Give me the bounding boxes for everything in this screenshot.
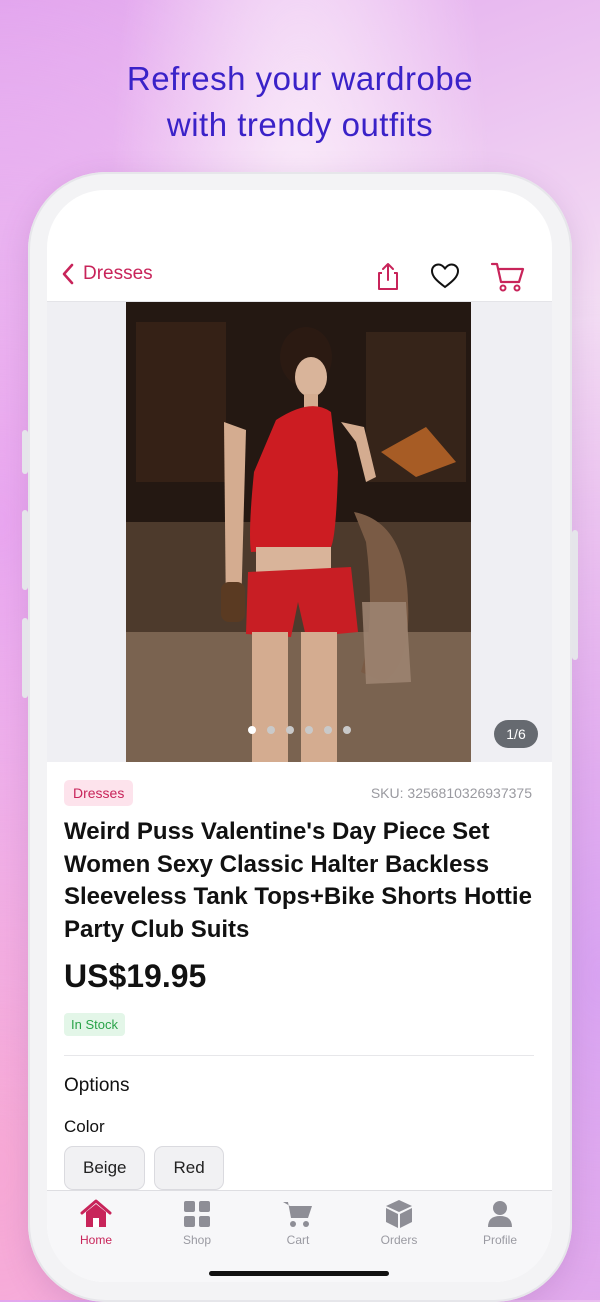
tab-shop[interactable]: Shop [152,1199,242,1247]
box-icon [386,1200,412,1228]
phone-side-button [572,530,578,660]
tab-label: Shop [182,1233,212,1247]
app-screen: Dresses 1/6 Dresses SKU: 325681032693737… [47,190,552,1282]
tab-label: Orders [380,1233,418,1247]
top-nav-bar: Dresses [47,250,552,300]
share-icon[interactable] [372,260,404,292]
pagination-dot[interactable] [267,726,275,734]
pagination-dot[interactable] [286,726,294,734]
grid-icon [184,1201,210,1227]
pagination-dot[interactable] [324,726,332,734]
tab-orders[interactable]: Orders [354,1199,444,1247]
color-option-red[interactable]: Red [154,1146,224,1190]
tab-cart[interactable]: Cart [253,1199,343,1247]
heart-icon[interactable] [429,260,461,292]
tab-label: Profile [482,1233,517,1247]
pagination-dot[interactable] [248,726,256,734]
section-divider [64,1055,534,1056]
tab-label: Cart [286,1233,310,1247]
chevron-left-icon [62,263,74,285]
product-photo [126,302,471,762]
promo-headline: Refresh your wardrobe with trendy outfit… [0,56,600,148]
product-price: US$19.95 [64,958,207,994]
pagination-dot[interactable] [343,726,351,734]
phone-side-button [22,510,28,590]
cart-icon[interactable] [490,260,526,294]
tab-profile[interactable]: Profile [455,1199,545,1247]
tab-label: Home [79,1233,112,1247]
bottom-tab-bar: Home Shop Cart Orders Profile [47,1190,552,1282]
back-button[interactable]: Dresses [61,262,153,286]
tab-home[interactable]: Home [51,1199,141,1247]
category-badge[interactable]: Dresses [64,780,134,806]
phone-side-button [22,430,28,474]
stock-badge: In Stock [64,1013,125,1036]
pagination-dot[interactable] [305,726,313,734]
home-indicator[interactable] [209,1271,389,1276]
headline-line-1: Refresh your wardrobe [126,60,474,97]
image-counter: 1/6 [494,720,538,748]
product-image-gallery[interactable]: 1/6 [47,302,552,762]
back-label: Dresses [83,263,153,284]
product-photo-illustration [126,302,471,762]
color-option-beige[interactable]: Beige [64,1146,146,1190]
person-icon [488,1201,512,1227]
color-label: Color [64,1117,105,1136]
options-heading: Options [64,1075,130,1096]
color-options: Beige Red [64,1146,224,1190]
gallery-pagination [47,726,552,734]
home-icon [80,1199,112,1227]
headline-line-2: with trendy outfits [166,106,434,143]
cart-icon [283,1202,312,1227]
phone-side-button [22,618,28,698]
sku-label: SKU: 3256810326937375 [370,785,532,801]
product-title: Weird Puss Valentine's Day Piece Set Wom… [64,818,532,943]
